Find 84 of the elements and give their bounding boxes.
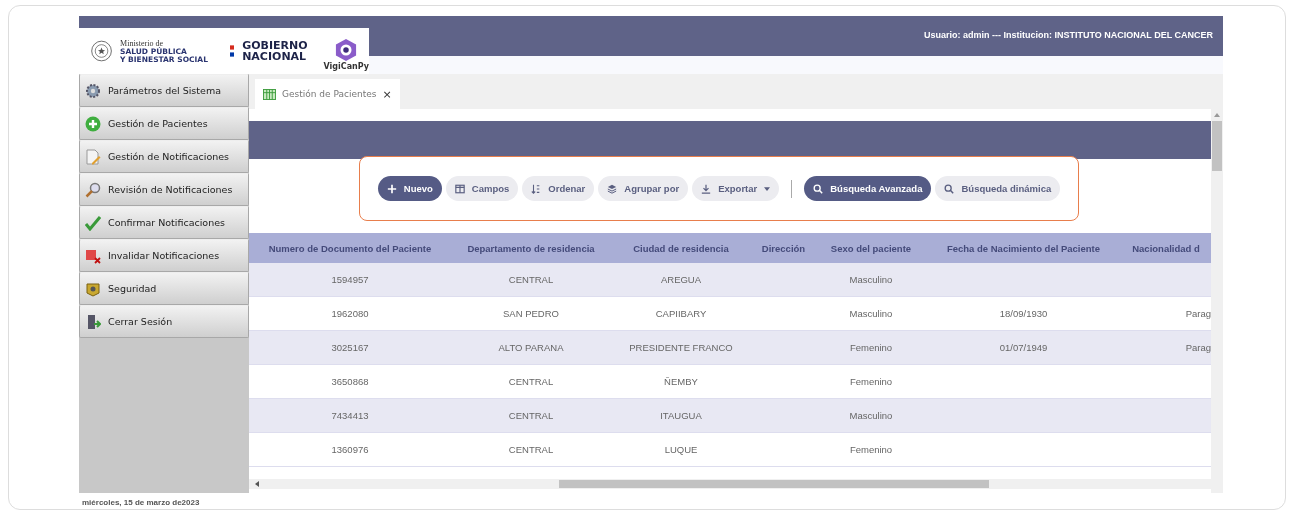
- search-icon: [813, 183, 824, 194]
- flag-squares-icon: [229, 42, 235, 60]
- sidebar-item[interactable]: Gestión de Pacientes: [79, 107, 249, 140]
- sidebar-item[interactable]: Seguridad: [79, 272, 249, 305]
- table-cell: 3025167: [331, 342, 369, 353]
- search-button[interactable]: Búsqueda Avanzada: [804, 176, 932, 201]
- sidebar-item[interactable]: Parámetros del Sistema: [79, 74, 249, 107]
- column-header[interactable]: Nacionalidad d: [1121, 242, 1211, 254]
- table-cell: ALTO PARANA: [498, 342, 564, 353]
- app-name: VigiCanPy: [323, 61, 369, 71]
- gear-icon: [85, 82, 101, 99]
- table-cell: ÑEMBY: [664, 376, 698, 387]
- table-cell: Femenino: [849, 342, 893, 353]
- government-logo-text: GOBIERNO NACIONAL: [242, 40, 308, 62]
- column-header[interactable]: Departamento de residencia: [451, 242, 611, 254]
- magnifier-icon: [85, 181, 101, 198]
- ministry-label: Ministerio de: [120, 39, 163, 48]
- sidebar-item[interactable]: Confirmar Notificaciones: [79, 206, 249, 239]
- tab[interactable]: Gestión de Pacientes ×: [255, 79, 400, 109]
- table-cell: CENTRAL: [508, 444, 554, 455]
- table-cell: SAN PEDRO: [503, 308, 559, 319]
- table-cell: CENTRAL: [508, 274, 554, 285]
- layers-icon: [607, 183, 618, 194]
- close-icon[interactable]: ×: [382, 87, 392, 101]
- table-cell: Parag: [1185, 308, 1211, 319]
- table-cell: Femenino: [849, 444, 893, 455]
- table-cell: LUQUE: [664, 444, 698, 455]
- table-cell: 7434413: [331, 410, 369, 421]
- badge-icon: [85, 280, 101, 297]
- sidebar-item[interactable]: Gestión de Notificaciones: [79, 140, 249, 173]
- table-icon: [263, 88, 276, 100]
- sidebar-item[interactable]: Revisión de Notificaciones: [79, 173, 249, 206]
- table-row[interactable]: 1594957 CENTRAL AREGUA Masculino: [249, 263, 1211, 297]
- toolbar-button[interactable]: Exportar: [692, 176, 780, 201]
- left-arrow-icon[interactable]: [255, 481, 259, 487]
- table-row[interactable]: 3025167 ALTO PARANA PRESIDENTE FRANCO Femenino 01/07/1949 Parag: [249, 331, 1211, 365]
- column-header[interactable]: Fecha de Nacimiento del Paciente: [926, 242, 1121, 254]
- table-cell: 1962080: [331, 308, 369, 319]
- date-label: miércoles, 15 de marzo de2023: [82, 497, 200, 507]
- toolbar-button[interactable]: Campos: [445, 176, 519, 201]
- table-cell: Masculino: [849, 410, 893, 421]
- column-header[interactable]: Sexo del paciente: [816, 242, 926, 254]
- table-cell: Masculino: [849, 274, 893, 285]
- table-cell: CENTRAL: [508, 376, 554, 387]
- up-arrow-icon[interactable]: [1214, 113, 1220, 117]
- toolbar-button[interactable]: Agrupar por: [598, 176, 689, 201]
- table-cell: ITAUGUA: [660, 410, 702, 421]
- document-x-icon: [85, 247, 101, 264]
- table-cell: Masculino: [849, 308, 893, 319]
- door-exit-icon: [85, 313, 101, 330]
- toolbar-button[interactable]: Ordenar: [522, 176, 595, 201]
- table-cell: CAPIIBARY: [655, 308, 707, 319]
- column-header[interactable]: Numero de Documento del Paciente: [249, 242, 451, 254]
- horizontal-scrollbar[interactable]: [249, 479, 1211, 489]
- user-info: Usuario: admin --- Institucion: INSTITUTO NACIONAL DEL CANCER: [924, 30, 1213, 40]
- hexagon-logo-icon: [335, 37, 358, 62]
- sidebar-item[interactable]: Cerrar Sesión: [79, 305, 249, 338]
- columns-icon: [454, 183, 465, 194]
- download-icon: [701, 183, 712, 194]
- document-pencil-icon: [85, 148, 101, 165]
- toolbar-button[interactable]: Nuevo: [377, 176, 442, 201]
- checkmark-icon: [85, 214, 101, 231]
- table-cell: CENTRAL: [508, 410, 554, 421]
- scrollbar-thumb[interactable]: [1212, 121, 1222, 171]
- search-button[interactable]: Búsqueda dinámica: [935, 176, 1061, 201]
- sidebar-item[interactable]: Invalidar Notificaciones: [79, 239, 249, 272]
- column-header[interactable]: Ciudad de residencia: [611, 242, 751, 254]
- plus-icon: [386, 183, 397, 194]
- table-row[interactable]: 7434413 CENTRAL ITAUGUA Masculino: [249, 399, 1211, 433]
- sort-icon: [531, 183, 542, 194]
- column-header[interactable]: Dirección: [751, 242, 816, 254]
- table-cell: AREGUA: [660, 274, 702, 285]
- table-cell: 18/09/1930: [999, 308, 1048, 319]
- search-icon: [944, 183, 955, 194]
- vertical-scrollbar[interactable]: [1211, 109, 1223, 493]
- table-cell: PRESIDENTE FRANCO: [629, 342, 733, 353]
- table-cell: 01/07/1949: [999, 342, 1048, 353]
- table-cell: 1594957: [331, 274, 369, 285]
- scrollbar-thumb[interactable]: [559, 480, 989, 488]
- table-cell: 3650868: [331, 376, 369, 387]
- table-cell: Femenino: [849, 376, 893, 387]
- table-cell: Parag: [1185, 342, 1211, 353]
- plus-circle-icon: [85, 115, 101, 132]
- table-cell: 1360976: [331, 444, 369, 455]
